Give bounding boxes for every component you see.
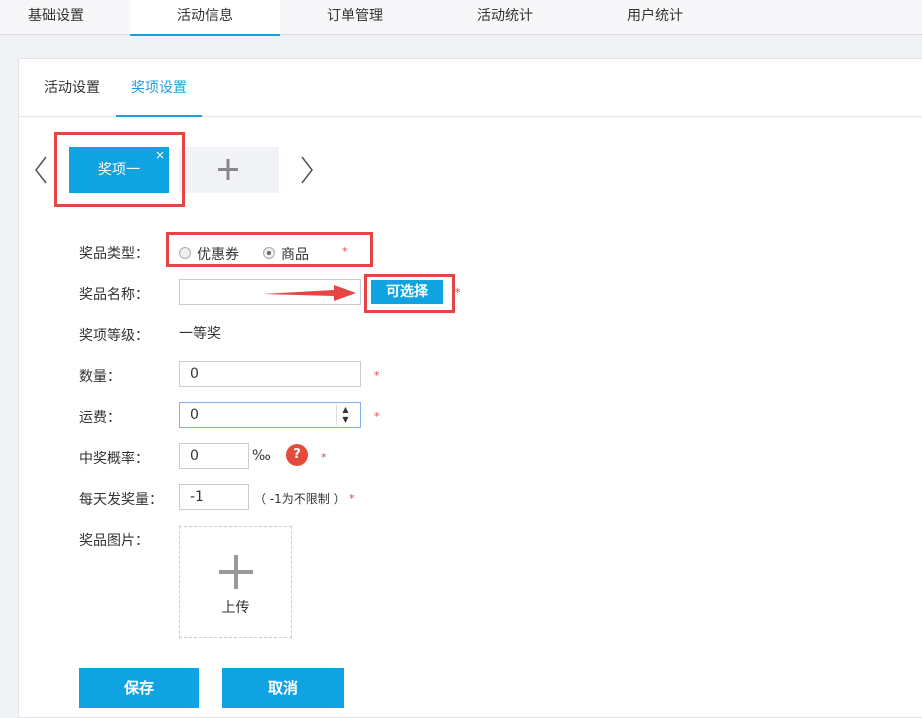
daily-limit-label: 每天发奖量：: [79, 492, 163, 508]
required-mark: *: [342, 245, 348, 258]
subtab-activity-settings[interactable]: 活动设置: [44, 59, 100, 117]
tab-order-management[interactable]: 订单管理: [280, 0, 430, 35]
probability-unit: ‰: [252, 448, 271, 464]
image-upload-box[interactable]: 上传: [179, 526, 292, 638]
radio-product-label[interactable]: 商品: [281, 244, 309, 264]
daily-limit-input[interactable]: -1: [179, 484, 249, 510]
quantity-input[interactable]: 0: [179, 361, 361, 387]
arrow-annotation-icon: [262, 285, 356, 301]
daily-limit-hint: （ -1为不限制 ）: [254, 492, 346, 506]
highlight-box-prize-tab: [54, 132, 185, 207]
prize-level-label: 奖项等级：: [79, 328, 149, 344]
add-prize-button[interactable]: [179, 147, 279, 193]
required-mark: *: [455, 286, 461, 299]
top-tab-bar: 基础设置 活动信息 订单管理 活动统计 用户统计: [0, 0, 922, 36]
required-mark: *: [374, 410, 380, 423]
shipping-label: 运费：: [79, 410, 121, 426]
prize-name-label: 奖品名称：: [79, 287, 149, 303]
tab-activity-info[interactable]: 活动信息: [130, 0, 280, 36]
radio-coupon[interactable]: [179, 247, 191, 259]
required-mark: *: [321, 451, 327, 464]
radio-coupon-label[interactable]: 优惠券: [197, 244, 239, 264]
shipping-stepper[interactable]: ▲ ▼: [336, 405, 354, 425]
radio-product[interactable]: [263, 247, 275, 259]
save-button[interactable]: 保存: [79, 668, 199, 708]
tab-activity-stats[interactable]: 活动统计: [430, 0, 580, 35]
shipping-input[interactable]: 0: [179, 402, 361, 428]
tab-user-stats[interactable]: 用户统计: [580, 0, 730, 35]
help-icon[interactable]: ?: [286, 444, 308, 466]
prize-level-value: 一等奖: [179, 326, 221, 342]
tab-basic-settings[interactable]: 基础设置: [0, 0, 130, 35]
chevron-left-icon[interactable]: [32, 155, 52, 185]
probability-label: 中奖概率：: [79, 451, 149, 467]
prize-image-label: 奖品图片：: [79, 533, 149, 549]
probability-input[interactable]: 0: [179, 443, 249, 469]
prize-type-label: 奖品类型：: [79, 246, 149, 262]
plus-icon: [218, 159, 238, 180]
stepper-down-icon[interactable]: ▼: [337, 415, 354, 425]
select-product-button[interactable]: 可选择: [371, 280, 443, 304]
subtab-prize-settings[interactable]: 奖项设置: [116, 59, 202, 117]
upload-label: 上传: [221, 600, 250, 616]
required-mark: *: [349, 492, 355, 505]
sub-tab-bar: 活动设置 奖项设置: [19, 59, 922, 117]
cancel-button[interactable]: 取消: [222, 668, 344, 708]
required-mark: *: [374, 369, 380, 382]
chevron-right-icon[interactable]: [298, 155, 318, 185]
plus-icon: [219, 555, 253, 589]
stepper-up-icon[interactable]: ▲: [337, 405, 354, 415]
quantity-label: 数量：: [79, 369, 121, 385]
